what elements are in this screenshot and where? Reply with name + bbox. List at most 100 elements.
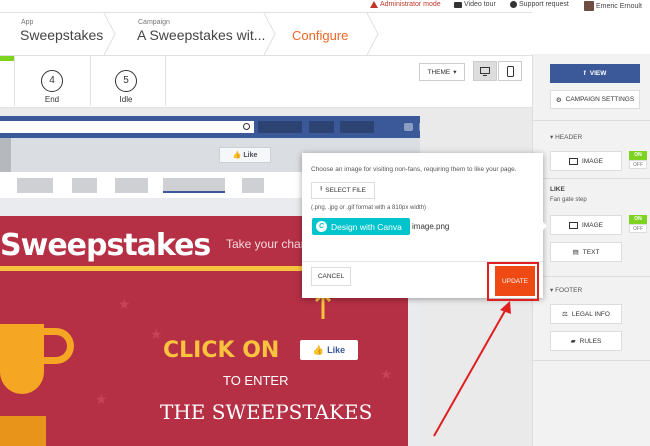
design-with-canva-button[interactable]: C Design with Canva [312, 218, 410, 235]
rules-label: RULES [579, 337, 602, 345]
facebook-search-input[interactable] [0, 121, 254, 133]
friends-icon [404, 123, 413, 131]
desktop-icon [480, 66, 490, 76]
search-icon [243, 123, 250, 130]
mobile-view-button[interactable] [498, 61, 522, 81]
divider [533, 360, 650, 361]
tab-placeholder [115, 178, 148, 193]
cancel-button[interactable]: CANCEL [311, 267, 351, 286]
star-icon: ★ [380, 366, 393, 382]
facebook-header [0, 116, 420, 138]
tab-placeholder [242, 178, 264, 193]
breadcrumb-campaign-name: A Sweepstakes wit... [137, 27, 266, 43]
divider [165, 56, 166, 106]
footer-section-title[interactable]: ▾ FOOTER [550, 286, 582, 294]
breadcrumb-app[interactable]: App Sweepstakes [0, 13, 104, 55]
popover-instruction: Choose an image for visiting non-fans, r… [311, 166, 517, 173]
header-image-button[interactable]: IMAGE [550, 151, 622, 171]
warning-icon [370, 1, 378, 8]
facebook-like-button[interactable]: 👍 Like [219, 147, 271, 163]
user-menu[interactable]: Emeric Ernoult [584, 1, 642, 11]
fan-gate-caption: Fan gate step [550, 197, 587, 203]
breadcrumb: App Sweepstakes Campaign A Sweepstakes w… [0, 12, 532, 56]
header-section-title[interactable]: ▾ HEADER [550, 133, 582, 141]
breadcrumb-campaign-caption: Campaign [138, 19, 170, 26]
divider [533, 178, 650, 179]
chevron-right-icon [263, 13, 276, 55]
header-image-label: IMAGE [582, 157, 603, 165]
step-idle-number[interactable]: 5 [115, 70, 137, 92]
video-camera-icon [454, 1, 462, 8]
star-icon: ★ [150, 326, 163, 342]
star-icon: ★ [95, 391, 108, 407]
facebook-nav-block [340, 121, 374, 133]
like-image-label: IMAGE [582, 221, 603, 229]
upload-icon: ⭱ [320, 186, 323, 193]
step-idle-label: Idle [119, 95, 133, 104]
trophy-handle [34, 328, 74, 364]
view-button[interactable]: f VIEW [550, 64, 640, 83]
theme-label: THEME [427, 68, 451, 76]
admin-mode-link[interactable]: Administrator mode [370, 1, 441, 8]
star-icon: ★ [118, 296, 131, 312]
legal-info-label: LEGAL INFO [571, 310, 610, 318]
canva-label: Design with Canva [331, 221, 402, 232]
video-tour-link[interactable]: Video tour [454, 1, 496, 8]
like-text-label: TEXT [582, 248, 600, 256]
promo-to-enter: TO ENTER [223, 373, 289, 388]
step-end-number[interactable]: 4 [41, 70, 63, 92]
video-tour-label: Video tour [464, 1, 496, 8]
tab-placeholder [17, 178, 53, 193]
divider [14, 56, 15, 106]
facebook-icon: f [583, 70, 586, 77]
settings-panel: f VIEW ⚙ CAMPAIGN SETTINGS ▾ HEADER IMAG… [532, 54, 650, 446]
popover-pointer [540, 219, 547, 233]
admin-mode-label: Administrator mode [380, 1, 441, 8]
like-text-button[interactable]: ▤ TEXT [550, 242, 622, 262]
facebook-nav-block [309, 121, 334, 133]
select-file-label: SELECT FILE [325, 187, 366, 194]
divider [533, 276, 650, 277]
breadcrumb-campaign[interactable]: Campaign A Sweepstakes wit... [118, 13, 266, 55]
admin-topbar: Administrator mode Video tour Support re… [0, 0, 650, 12]
like-section-title: LIKE [550, 186, 565, 193]
select-file-button[interactable]: ⭱ SELECT FILE [311, 182, 375, 199]
promo-like-badge: 👍 Like [300, 340, 358, 360]
like-image-toggle[interactable]: ON OFF [629, 215, 647, 234]
question-icon [510, 1, 517, 8]
support-request-link[interactable]: Support request [510, 1, 569, 8]
header-section-label: HEADER [555, 134, 583, 141]
divider [533, 120, 650, 121]
desktop-view-button[interactable] [473, 61, 497, 81]
campaign-settings-button[interactable]: ⚙ CAMPAIGN SETTINGS [550, 90, 640, 109]
messages-icon [419, 123, 420, 131]
breadcrumb-configure-label: Configure [292, 28, 349, 43]
toggle-on: ON [629, 215, 647, 224]
gear-icon: ⚙ [555, 96, 562, 104]
promo-title: Sweepstakes [0, 228, 211, 263]
toggle-off: OFF [629, 160, 647, 169]
footer-section-label: FOOTER [555, 287, 583, 294]
chevron-right-icon [366, 13, 379, 55]
like-label: Like [243, 151, 258, 159]
toggle-off: OFF [629, 224, 647, 233]
breadcrumb-app-caption: App [21, 19, 34, 26]
header-image-toggle[interactable]: ON OFF [629, 151, 647, 170]
promo-tagline: Take your chan [226, 237, 308, 251]
chevron-right-icon [103, 13, 116, 55]
like-image-button[interactable]: IMAGE [550, 215, 622, 235]
rules-button[interactable]: ▰ RULES [550, 331, 622, 351]
support-request-label: Support request [519, 1, 569, 8]
view-label: VIEW [589, 70, 607, 77]
theme-dropdown[interactable]: THEME ▾ [419, 63, 465, 81]
divider [90, 56, 91, 106]
text-icon: ▤ [572, 249, 579, 256]
legal-info-button[interactable]: ⚖ LEGAL INFO [550, 304, 622, 324]
caret-down-icon: ▾ [453, 69, 457, 76]
campaign-settings-label: CAMPAIGN SETTINGS [565, 96, 635, 103]
promo-click-on: CLICK ON [163, 338, 280, 363]
breadcrumb-app-name: Sweepstakes [20, 27, 104, 43]
breadcrumb-configure[interactable]: Configure [278, 13, 368, 55]
promo-like-label: Like [327, 345, 346, 355]
avatar [584, 1, 594, 11]
